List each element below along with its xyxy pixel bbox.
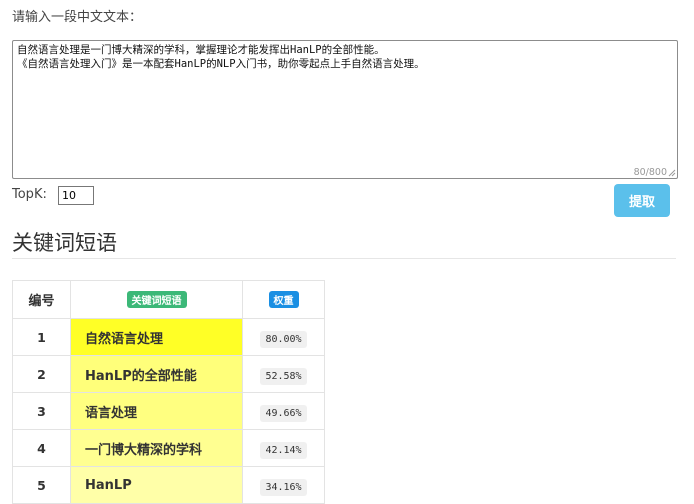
row-weight: 49.66% (260, 404, 307, 422)
row-weight-cell: 80.00% (242, 318, 325, 356)
row-weight-cell: 34.16% (242, 466, 325, 504)
keyword-header-badge: 关键词短语 (126, 291, 187, 308)
header-keyword: 关键词短语 (70, 280, 243, 319)
table-row: 4 一门博大精深的学科 42.14% (12, 429, 325, 467)
row-weight-cell: 42.14% (242, 429, 325, 467)
row-keyword: 语言处理 (70, 392, 243, 430)
table-row: 1 自然语言处理 80.00% (12, 318, 325, 356)
row-keyword: HanLP (70, 466, 243, 504)
topk-label: TopK: (12, 187, 47, 202)
keyword-table: 编号 关键词短语 权重 1 自然语言处理 80.00% 2 HanLP的全部性能 52.5… (12, 280, 325, 504)
row-weight-cell: 52.58% (242, 355, 325, 393)
row-weight-cell: 49.66% (242, 392, 325, 430)
row-number: 3 (12, 392, 71, 430)
row-number: 5 (12, 466, 71, 504)
section-divider (12, 258, 676, 259)
row-weight: 34.16% (260, 478, 307, 496)
row-keyword: 自然语言处理 (70, 318, 243, 356)
row-number: 2 (12, 355, 71, 393)
extract-button[interactable]: 提取 (614, 184, 670, 217)
char-counter: 80/800 (633, 167, 667, 178)
row-number: 4 (12, 429, 71, 467)
table-row: 2 HanLP的全部性能 52.58% (12, 355, 325, 393)
text-input-content[interactable]: 自然语言处理是一门博大精深的学科，掌握理论才能发挥出HanLP的全部性能。 《自… (17, 43, 673, 71)
topk-input[interactable] (58, 186, 94, 205)
header-number: 编号 (12, 280, 71, 319)
resize-handle-icon[interactable] (668, 169, 676, 177)
header-weight: 权重 (242, 280, 325, 319)
table-header-row: 编号 关键词短语 权重 (12, 280, 325, 319)
text-input-area[interactable]: 自然语言处理是一门博大精深的学科，掌握理论才能发挥出HanLP的全部性能。 《自… (12, 40, 678, 179)
section-title: 关键词短语 (12, 231, 117, 255)
row-number: 1 (12, 318, 71, 356)
input-prompt-label: 请输入一段中文文本： (12, 10, 143, 25)
table-row: 5 HanLP 34.16% (12, 466, 325, 504)
table-row: 3 语言处理 49.66% (12, 392, 325, 430)
row-keyword: 一门博大精深的学科 (70, 429, 243, 467)
row-weight: 52.58% (260, 367, 307, 385)
row-keyword: HanLP的全部性能 (70, 355, 243, 393)
row-weight: 80.00% (260, 330, 307, 348)
row-weight: 42.14% (260, 441, 307, 459)
weight-header-badge: 权重 (268, 291, 299, 308)
